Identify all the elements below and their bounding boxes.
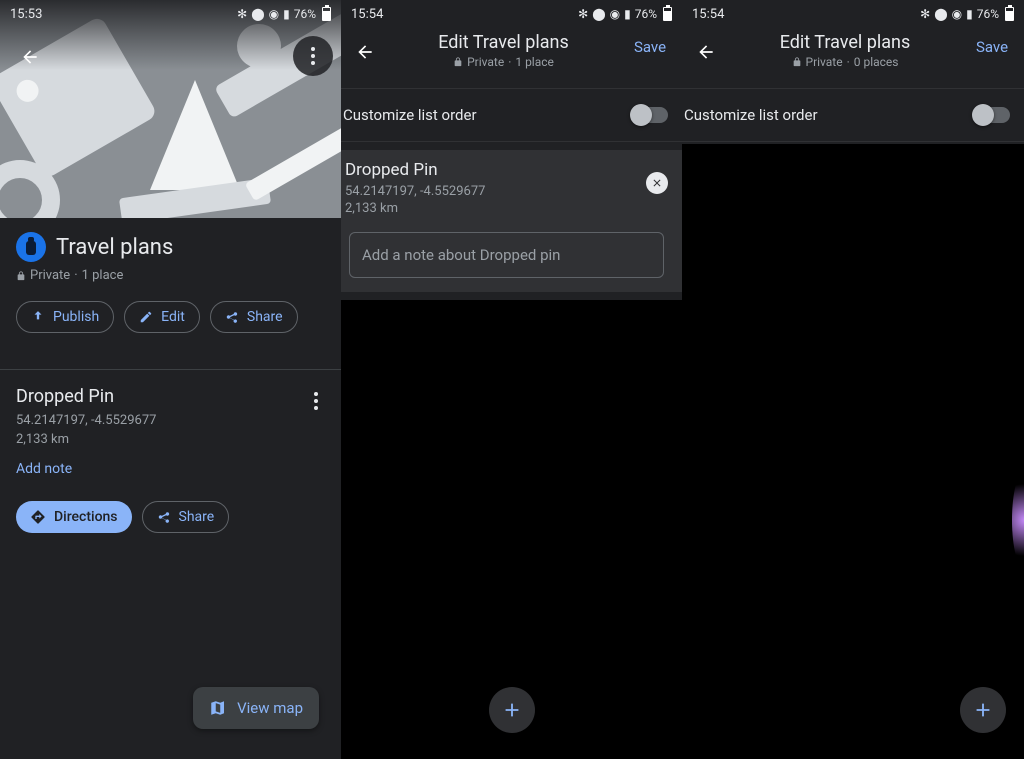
edit-privacy: Private xyxy=(806,55,843,69)
directions-button[interactable]: Directions xyxy=(16,501,132,533)
edit-count: 1 place xyxy=(515,55,554,69)
location-icon: ⬤ xyxy=(934,7,947,21)
place-name: Dropped Pin xyxy=(16,386,325,407)
status-time: 15:53 xyxy=(10,7,42,22)
bluetooth-icon: ✻ xyxy=(237,7,247,21)
view-map-button[interactable]: View map xyxy=(193,687,319,729)
place-share-button[interactable]: Share xyxy=(142,501,230,533)
save-button[interactable]: Save xyxy=(618,38,682,56)
place-share-label: Share xyxy=(179,509,215,525)
place-card: Dropped Pin 54.2147197, -4.5529677 2,133… xyxy=(341,150,682,292)
add-place-fab[interactable] xyxy=(489,687,535,733)
edit-title: Edit Travel plans xyxy=(730,32,960,53)
note-input[interactable]: Add a note about Dropped pin xyxy=(349,232,664,278)
back-button[interactable] xyxy=(682,28,730,76)
battery-icon xyxy=(1005,7,1014,21)
list-header: Travel plans Private · 1 place Publish E… xyxy=(0,218,341,349)
status-bar: 15:54 ✻ ⬤ ◉ ▮ 76% xyxy=(341,0,682,28)
edit-button[interactable]: Edit xyxy=(124,301,200,333)
wifi-icon: ◉ xyxy=(610,7,620,21)
edit-title: Edit Travel plans xyxy=(389,32,618,53)
place-coords: 54.2147197, -4.5529677 xyxy=(345,184,668,199)
publish-icon xyxy=(31,310,45,324)
place-coords: 54.2147197, -4.5529677 xyxy=(16,413,325,428)
customize-toggle[interactable] xyxy=(974,107,1010,123)
place-distance: 2,133 km xyxy=(345,201,668,216)
directions-icon xyxy=(30,509,46,525)
wifi-icon: ◉ xyxy=(269,7,279,21)
customize-order-row: Customize list order xyxy=(341,88,682,142)
share-icon xyxy=(157,510,171,524)
publish-label: Publish xyxy=(53,309,99,325)
publish-button[interactable]: Publish xyxy=(16,301,114,333)
share-button[interactable]: Share xyxy=(210,301,298,333)
list-type-icon xyxy=(16,232,46,262)
view-map-label: View map xyxy=(237,699,303,717)
hero-image xyxy=(0,0,341,218)
battery-icon xyxy=(663,7,672,21)
pencil-icon xyxy=(139,310,153,324)
edit-list-screen-empty: 15:54 ✻ ⬤ ◉ ▮ 76% Edit Travel plans Priv… xyxy=(682,0,1024,759)
customize-toggle[interactable] xyxy=(632,107,668,123)
edit-privacy: Private xyxy=(467,55,504,69)
directions-label: Directions xyxy=(54,509,118,525)
map-icon xyxy=(209,699,227,717)
wifi-icon: ◉ xyxy=(952,7,962,21)
edit-label: Edit xyxy=(161,309,185,325)
status-time: 15:54 xyxy=(692,7,724,22)
list-title: Travel plans xyxy=(56,235,173,260)
bluetooth-icon: ✻ xyxy=(920,7,930,21)
battery-percent: 76% xyxy=(294,7,316,21)
location-icon: ⬤ xyxy=(251,7,264,21)
list-detail-screen: 15:53 ✻ ⬤ ◉ ▮ 76% Travel plans Private · xyxy=(0,0,341,759)
customize-label: Customize list order xyxy=(684,106,818,124)
add-place-fab[interactable] xyxy=(960,687,1006,733)
back-button[interactable] xyxy=(341,28,389,76)
customize-order-row: Customize list order xyxy=(682,88,1024,142)
status-bar: 15:54 ✻ ⬤ ◉ ▮ 76% xyxy=(682,0,1024,28)
list-privacy: Private xyxy=(30,268,70,283)
add-note-button[interactable]: Add note xyxy=(16,461,325,477)
battery-percent: 76% xyxy=(977,7,999,21)
lock-icon xyxy=(792,56,802,68)
place-item: Dropped Pin 54.2147197, -4.5529677 2,133… xyxy=(0,370,341,549)
list-count: 1 place xyxy=(82,268,124,283)
place-more-button[interactable] xyxy=(301,386,331,416)
location-icon: ⬤ xyxy=(592,7,605,21)
lock-icon xyxy=(16,270,26,282)
lock-icon xyxy=(453,56,463,68)
status-time: 15:54 xyxy=(351,7,383,22)
save-button[interactable]: Save xyxy=(960,38,1024,56)
share-icon xyxy=(225,310,239,324)
remove-place-button[interactable] xyxy=(646,172,668,194)
place-name: Dropped Pin xyxy=(345,160,668,180)
place-distance: 2,133 km xyxy=(16,432,325,447)
more-options-button[interactable] xyxy=(293,36,333,76)
battery-percent: 76% xyxy=(635,7,657,21)
battery-icon xyxy=(322,7,331,21)
signal-icon: ▮ xyxy=(283,7,290,21)
edit-count: 0 places xyxy=(854,55,899,69)
signal-icon: ▮ xyxy=(966,7,973,21)
signal-icon: ▮ xyxy=(624,7,631,21)
share-label: Share xyxy=(247,309,283,325)
bluetooth-icon: ✻ xyxy=(578,7,588,21)
edit-list-screen-with-place: 15:54 ✻ ⬤ ◉ ▮ 76% Edit Travel plans Priv… xyxy=(341,0,682,759)
back-button[interactable] xyxy=(8,35,52,79)
customize-label: Customize list order xyxy=(343,106,477,124)
status-bar: 15:53 ✻ ⬤ ◉ ▮ 76% xyxy=(0,0,341,28)
